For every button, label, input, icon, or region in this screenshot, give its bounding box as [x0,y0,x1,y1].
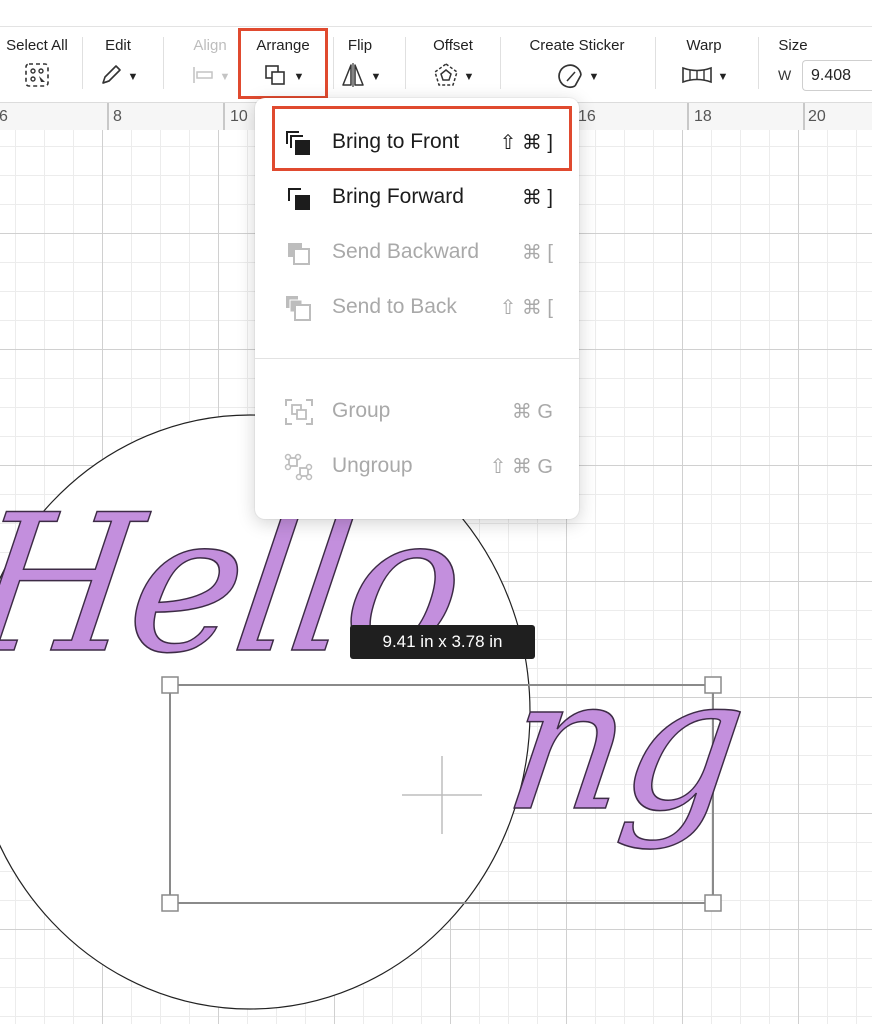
size-tooltip: 9.41 in x 3.78 in [350,625,535,659]
toolbar-separator [405,37,406,89]
width-label: W [778,67,792,83]
warp-tool[interactable]: Warp ▼ [670,27,738,102]
offset-icon [432,61,460,94]
menu-item-shortcut: ⌘ G [511,401,553,423]
toolbar-separator [655,37,656,89]
toolbar: Select All Edit ▼ Align ▼ Arrange ▼ Flip… [0,27,872,102]
menu-item-shortcut: ⇧ ⌘ [ [499,297,553,319]
group-icon [283,397,315,427]
flip-label: Flip [347,37,373,54]
menu-item-label: Ungroup [332,454,413,477]
pencil-icon [98,62,124,93]
top-bar [0,0,872,27]
edit-tool[interactable]: Edit ▼ [92,27,144,102]
size-label: Size [778,37,808,54]
ng-text[interactable]: ng [494,635,755,853]
menu-item-send-backward[interactable]: Send Backward ⌘ [ [255,225,579,279]
offset-tool[interactable]: Offset ▼ [420,27,486,102]
align-label: Align [193,37,227,54]
warp-icon [680,63,714,92]
menu-item-label: Send to Back [332,295,457,318]
select-all-tool[interactable]: Select All [0,27,74,102]
menu-item-group[interactable]: Group ⌘ G [255,384,579,438]
menu-item-bring-forward[interactable]: Bring Forward ⌘ ] [255,170,579,224]
send-backward-icon [283,238,315,268]
menu-item-label: Send Backward [332,240,480,263]
sticker-icon [555,61,585,94]
send-to-back-icon [283,293,315,323]
bring-forward-icon [283,183,315,213]
align-left-icon [190,63,216,92]
chevron-down-icon: ▼ [127,71,139,83]
edit-label: Edit [105,37,131,54]
flip-tool[interactable]: Flip ▼ [336,27,384,102]
chevron-down-icon: ▼ [370,71,382,83]
menu-divider [255,358,579,359]
menu-item-ungroup[interactable]: Ungroup ⇧ ⌘ G [255,439,579,493]
arrange-highlight [238,28,328,99]
offset-label: Offset [433,37,473,54]
toolbar-separator [163,37,164,89]
toolbar-separator [758,37,759,89]
chevron-down-icon: ▼ [717,71,729,83]
flip-icon [339,61,367,94]
select-all-icon [22,61,52,94]
toolbar-separator [333,37,334,89]
menu-item-label: Group [332,399,391,422]
chevron-down-icon: ▼ [588,71,600,83]
selection-handle [161,894,179,912]
selection-handle [704,894,722,912]
select-all-label: Select All [6,37,68,54]
menu-item-shortcut: ⌘ [ [521,242,553,264]
chevron-down-icon: ▼ [219,71,231,83]
menu-item-send-to-back[interactable]: Send to Back ⇧ ⌘ [ [255,280,579,334]
width-input[interactable]: 9.408 [802,60,872,91]
toolbar-separator [500,37,501,89]
align-tool[interactable]: Align ▼ [180,27,240,102]
toolbar-separator [82,37,83,89]
warp-label: Warp [686,37,722,54]
menu-item-label: Bring Forward [332,185,464,208]
create-sticker-tool[interactable]: Create Sticker ▼ [516,27,638,102]
bring-to-front-highlight [272,106,572,171]
menu-item-shortcut: ⌘ ] [521,187,553,209]
create-sticker-label: Create Sticker [529,37,625,54]
ungroup-icon [283,452,315,482]
menu-item-shortcut: ⇧ ⌘ G [489,456,553,478]
chevron-down-icon: ▼ [463,71,475,83]
